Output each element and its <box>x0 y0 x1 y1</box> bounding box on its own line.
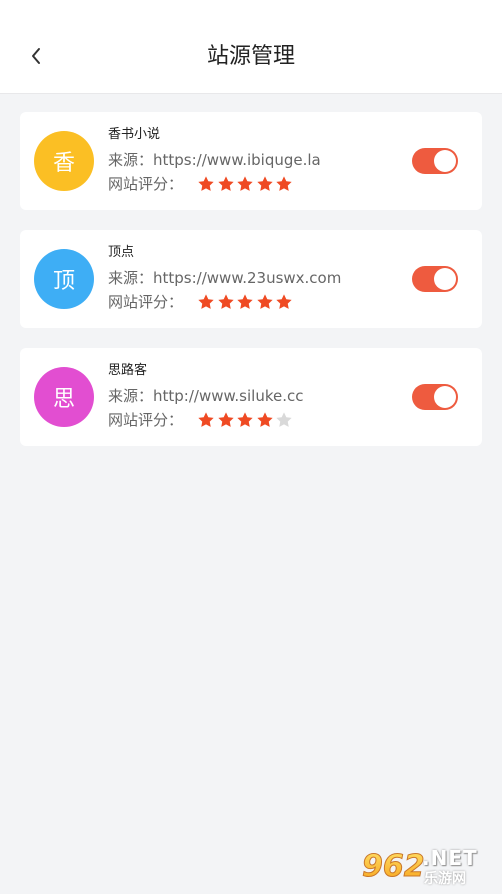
star-icon <box>237 294 253 309</box>
star-icon <box>198 176 214 191</box>
rating-row: 网站评分： <box>108 173 295 195</box>
source-card[interactable]: 顶 顶点 来源：https://www.23uswx.com 网站评分： <box>20 230 482 328</box>
watermark-domain: .NET <box>422 846 478 870</box>
source-url: https://www.23uswx.com <box>153 269 342 287</box>
enable-toggle[interactable] <box>412 148 458 174</box>
star-icon <box>257 294 273 309</box>
star-icon <box>237 412 253 427</box>
source-avatar: 顶 <box>34 249 94 309</box>
source-name: 顶点 <box>108 245 135 260</box>
rating-label: 网站评分： <box>108 411 184 429</box>
source-avatar: 思 <box>34 367 94 427</box>
source-card[interactable]: 思 思路客 来源：http://www.siluke.cc 网站评分： <box>20 348 482 446</box>
header-bar: 站源管理 <box>0 0 502 94</box>
star-icon <box>237 176 253 191</box>
toggle-knob <box>434 386 456 408</box>
toggle-knob <box>434 268 456 290</box>
source-name: 香书小说 <box>108 127 161 142</box>
source-url-row: 来源：http://www.siluke.cc <box>108 385 303 407</box>
source-list: 香 香书小说 来源：https://www.ibiquge.la 网站评分： 顶… <box>20 112 482 466</box>
star-rating <box>197 411 295 429</box>
star-icon <box>276 176 293 191</box>
watermark-text: 乐游网 <box>424 871 466 887</box>
star-icon <box>198 412 214 427</box>
rating-label: 网站评分： <box>108 293 184 311</box>
source-url: https://www.ibiquge.la <box>153 151 321 169</box>
source-url-row: 来源：https://www.ibiquge.la <box>108 149 321 171</box>
star-icon <box>198 294 214 309</box>
star-rating <box>197 293 295 311</box>
star-icon <box>257 176 273 191</box>
source-label: 来源： <box>108 151 154 169</box>
source-label: 来源： <box>108 387 154 405</box>
toggle-knob <box>434 150 456 172</box>
source-label: 来源： <box>108 269 154 287</box>
enable-toggle[interactable] <box>412 266 458 292</box>
enable-toggle[interactable] <box>412 384 458 410</box>
source-name: 思路客 <box>108 363 148 378</box>
rating-row: 网站评分： <box>108 291 295 313</box>
source-url: http://www.siluke.cc <box>153 387 304 405</box>
star-icon <box>217 294 234 309</box>
rating-row: 网站评分： <box>108 409 295 431</box>
watermark-logo: 962 .NET 乐游网 <box>360 844 496 888</box>
star-icon <box>276 412 293 427</box>
source-url-row: 来源：https://www.23uswx.com <box>108 267 341 289</box>
star-icon <box>217 176 234 191</box>
source-card[interactable]: 香 香书小说 来源：https://www.ibiquge.la 网站评分： <box>20 112 482 210</box>
star-icon <box>257 412 273 427</box>
star-icon <box>217 412 234 427</box>
source-avatar: 香 <box>34 131 94 191</box>
star-rating <box>197 175 295 193</box>
page-title: 站源管理 <box>206 44 295 69</box>
watermark-digits: 962 <box>362 849 425 884</box>
rating-label: 网站评分： <box>108 175 184 193</box>
star-icon <box>276 294 293 309</box>
